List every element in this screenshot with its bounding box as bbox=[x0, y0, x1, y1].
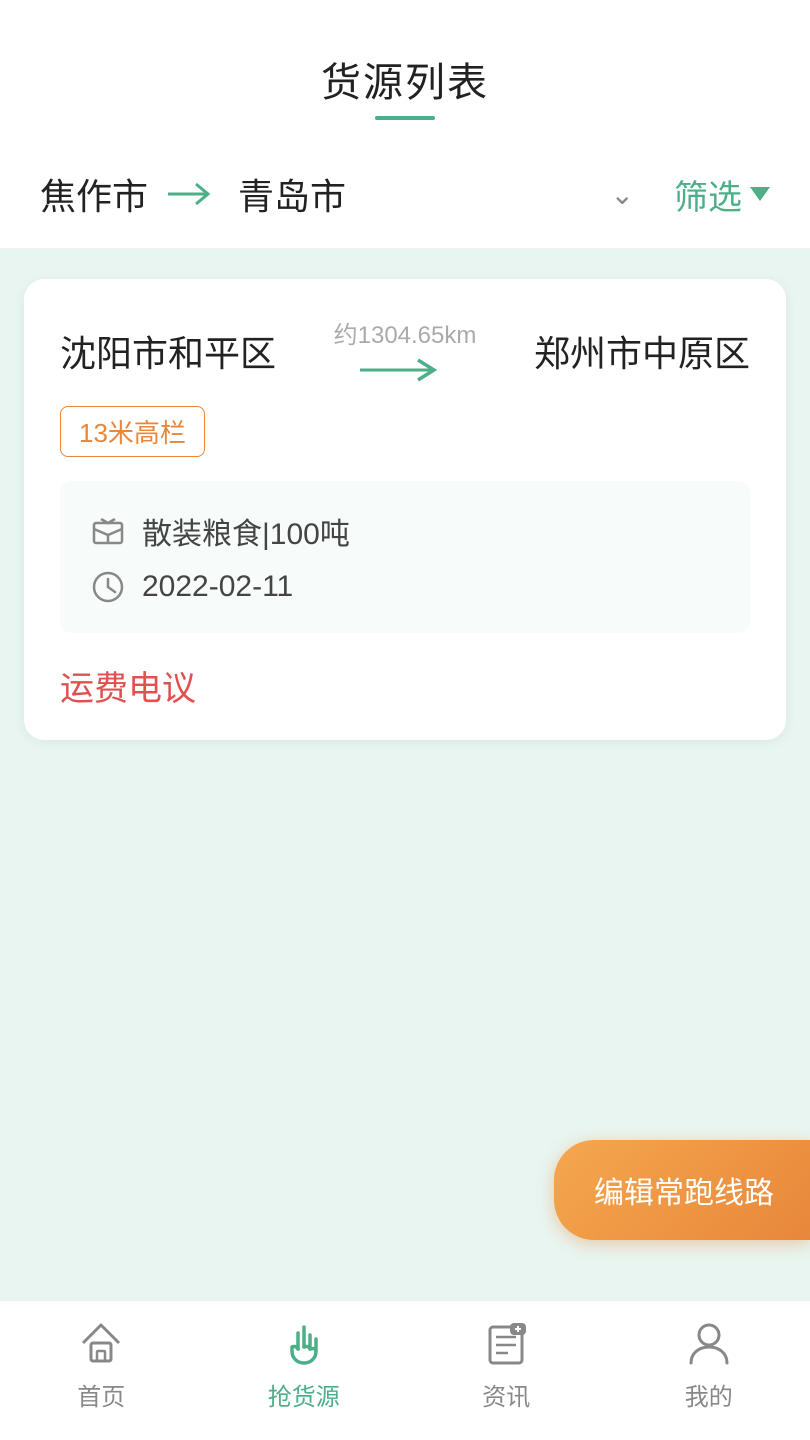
card-fee-label: 运费电议 bbox=[60, 661, 750, 710]
card-date-text: 2022-02-11 bbox=[142, 570, 293, 604]
nav-item-mine[interactable]: 我的 bbox=[608, 1317, 810, 1412]
cargo-box-icon bbox=[90, 513, 126, 549]
card-date-row: 2022-02-11 bbox=[90, 569, 720, 605]
card-distance-text: 约1304.65km bbox=[334, 315, 477, 350]
nav-label-home: 首页 bbox=[77, 1377, 125, 1412]
filter-bar: 焦作市 青岛市 ⌄ 编辑常跑线路 筛选 bbox=[0, 140, 810, 249]
page-title: 货源列表 bbox=[0, 50, 810, 108]
filter-arrow-icon bbox=[168, 180, 218, 208]
bottom-nav: 首页 抢货源 bbox=[0, 1300, 810, 1440]
filter-city-from[interactable]: 焦作市 bbox=[40, 168, 148, 220]
card-cargo-text: 散装粮食|100吨 bbox=[142, 509, 350, 553]
cargo-card[interactable]: 沈阳市和平区 约1304.65km 郑州市中原区 13米高栏 bbox=[24, 279, 786, 740]
fab-edit-route-button[interactable]: 编辑常跑线路 bbox=[554, 1140, 810, 1240]
nav-item-home[interactable]: 首页 bbox=[0, 1317, 203, 1412]
nav-label-grab: 抢货源 bbox=[268, 1377, 340, 1412]
card-distance-arrow-icon bbox=[360, 354, 450, 386]
nav-label-mine: 我的 bbox=[685, 1377, 733, 1412]
main-content: 沈阳市和平区 约1304.65km 郑州市中原区 13米高栏 bbox=[0, 249, 810, 1440]
card-vehicle-tag: 13米高栏 bbox=[60, 406, 205, 457]
grab-icon bbox=[278, 1317, 330, 1369]
user-icon bbox=[683, 1317, 735, 1369]
card-city-to: 郑州市中原区 bbox=[534, 325, 750, 377]
card-info-box: 散装粮食|100吨 2022-02-11 bbox=[60, 481, 750, 633]
filter-screen-triangle-icon bbox=[750, 187, 770, 201]
filter-city-to[interactable]: 青岛市 bbox=[238, 168, 611, 220]
card-cargo-row: 散装粮食|100吨 bbox=[90, 509, 720, 553]
filter-screen-text: 筛选 bbox=[674, 170, 742, 219]
card-route: 沈阳市和平区 约1304.65km 郑州市中原区 bbox=[60, 315, 750, 386]
header: 货源列表 bbox=[0, 0, 810, 140]
fab-label: 编辑常跑线路 bbox=[594, 1177, 774, 1210]
nav-item-grab[interactable]: 抢货源 bbox=[203, 1317, 406, 1412]
card-city-from: 沈阳市和平区 bbox=[60, 325, 276, 377]
nav-item-news[interactable]: 资讯 bbox=[405, 1317, 608, 1412]
card-distance-block: 约1304.65km bbox=[334, 315, 477, 386]
clock-icon bbox=[90, 569, 126, 605]
filter-screen-button[interactable]: 编辑常跑线路 筛选 bbox=[674, 170, 770, 219]
news-icon bbox=[480, 1317, 532, 1369]
nav-label-news: 资讯 bbox=[482, 1377, 530, 1412]
home-icon bbox=[75, 1317, 127, 1369]
title-underline bbox=[375, 116, 435, 120]
filter-city-chevron-icon[interactable]: ⌄ bbox=[611, 178, 634, 211]
